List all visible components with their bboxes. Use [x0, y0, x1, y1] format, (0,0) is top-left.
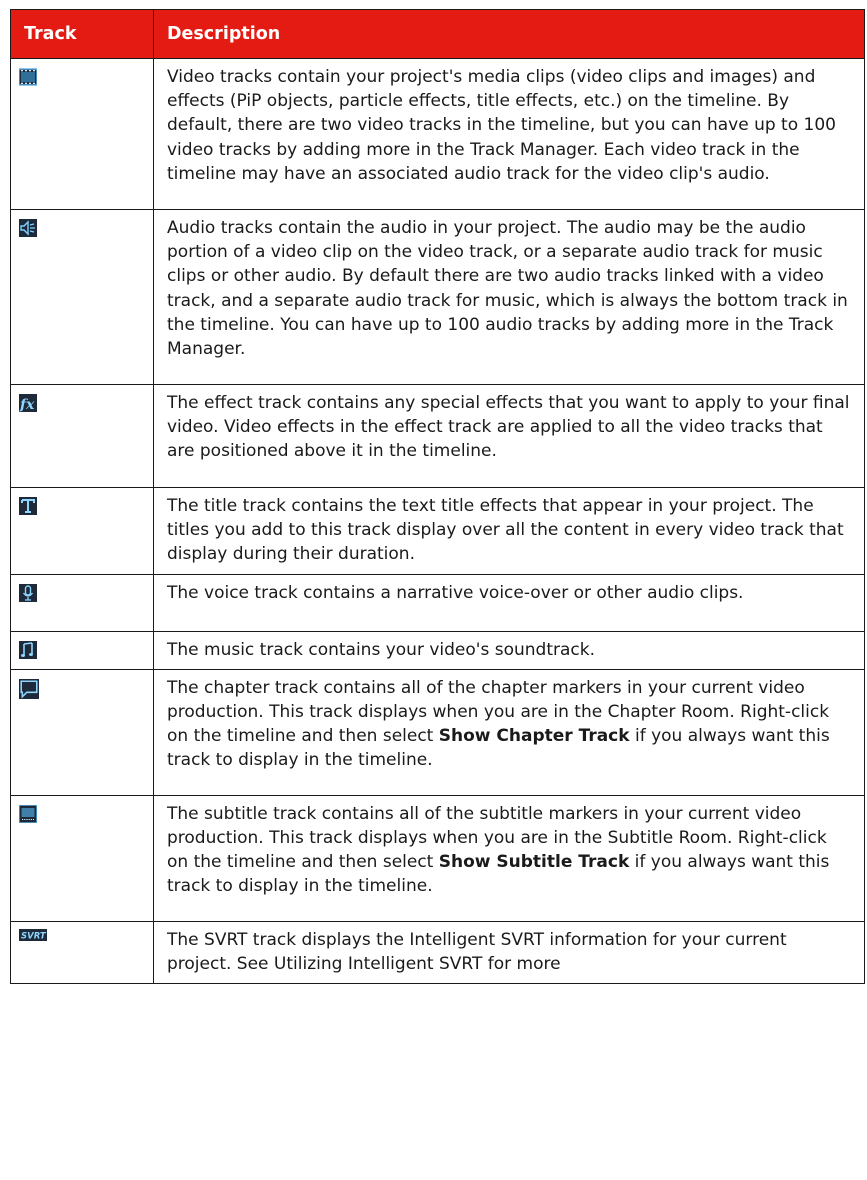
svrt-track-icon: SVRT: [19, 928, 47, 941]
table-row: The voice track contains a narrative voi…: [10, 573, 865, 632]
table-row: The title track contains the text title …: [10, 487, 865, 575]
table-row: SVRT The SVRT track displays the Intelli…: [10, 920, 865, 985]
voice-track-icon: [19, 583, 37, 602]
video-track-icon: [19, 68, 37, 86]
table-row: fx The effect track contains any special…: [10, 384, 865, 488]
row-description: Video tracks contain your project's medi…: [153, 58, 865, 210]
table-header-row: Track Description: [10, 9, 865, 59]
svg-text:fx: fx: [19, 397, 35, 412]
header-description: Description: [153, 9, 865, 59]
row-description: The voice track contains a narrative voi…: [153, 573, 865, 632]
row-description: The chapter track contains all of the ch…: [153, 668, 865, 796]
row-description: The title track contains the text title …: [153, 487, 865, 575]
show-subtitle-track-label: Show Subtitle Track: [438, 852, 630, 873]
table-row: Video tracks contain your project's medi…: [10, 58, 865, 210]
effect-track-icon: fx: [19, 394, 37, 412]
row-description: Audio tracks contain the audio in your p…: [153, 209, 865, 385]
row-description: The subtitle track contains all of the s…: [153, 794, 865, 922]
title-track-icon: [19, 497, 37, 515]
row-description: The effect track contains any special ef…: [153, 384, 865, 488]
svg-text:SVRT: SVRT: [21, 931, 47, 941]
table-row: The subtitle track contains all of the s…: [10, 794, 865, 922]
track-table-wrapper: Track Description Video tracks contain y…: [10, 9, 865, 985]
row-description: The SVRT track displays the Intelligent …: [153, 920, 865, 985]
music-track-icon: [19, 640, 37, 659]
table-row: The chapter track contains all of the ch…: [10, 668, 865, 796]
table-row: The music track contains your video's so…: [10, 630, 865, 670]
audio-track-icon: [19, 219, 37, 237]
row-description: The music track contains your video's so…: [153, 630, 865, 670]
table-row: Audio tracks contain the audio in your p…: [10, 209, 865, 385]
track-table: Track Description Video tracks contain y…: [10, 9, 865, 985]
show-chapter-track-label: Show Chapter Track: [438, 726, 630, 747]
chapter-track-icon: [19, 678, 39, 699]
subtitle-track-icon: [19, 804, 37, 823]
header-track: Track: [10, 9, 154, 59]
